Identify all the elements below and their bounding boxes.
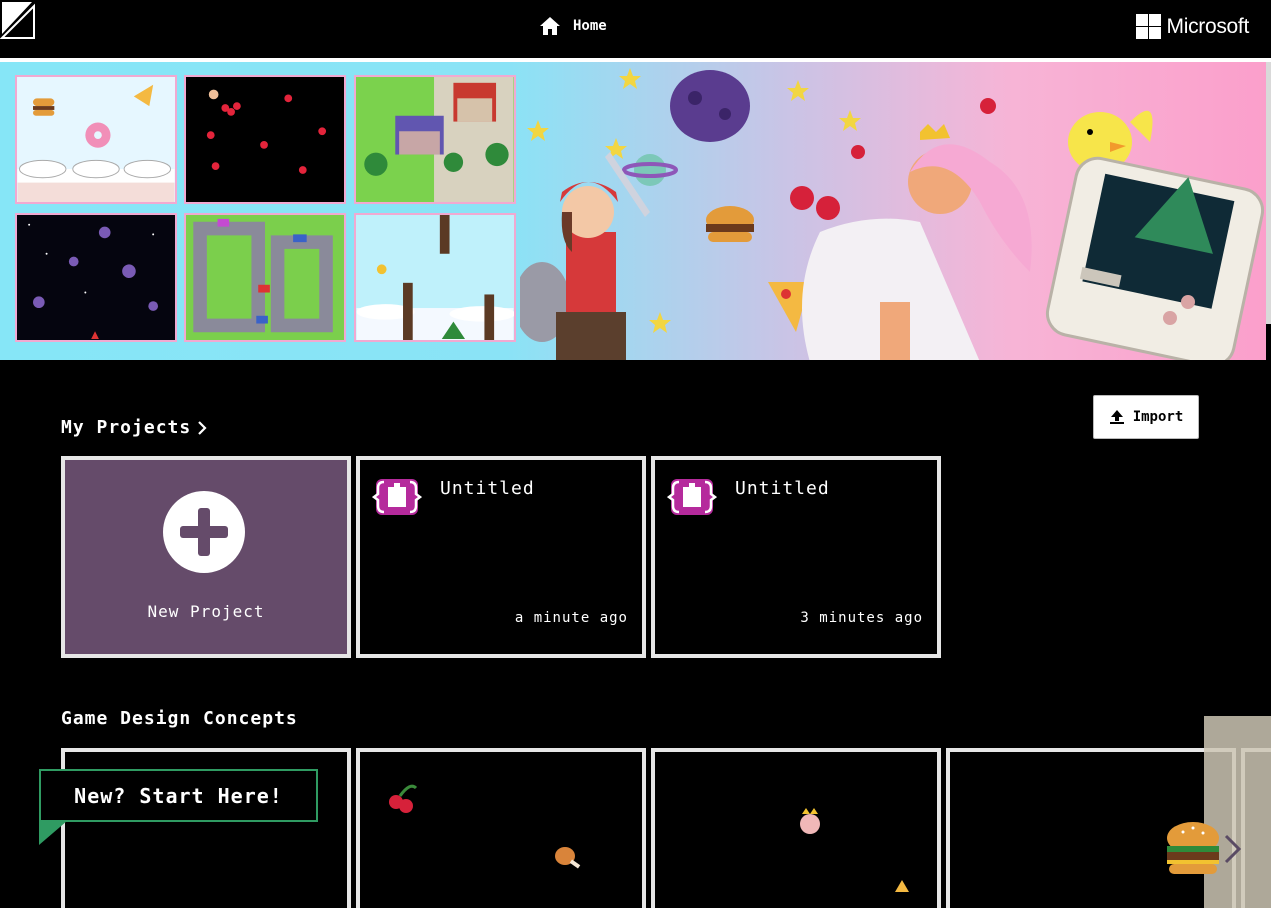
puzzle-project-icon	[372, 479, 422, 515]
project-timestamp: 3 minutes ago	[800, 610, 923, 626]
banner-game-thumb-flappy	[354, 213, 516, 342]
corner-logo-icon[interactable]	[0, 0, 36, 40]
concept-card-art	[800, 808, 909, 892]
carousel-next-button[interactable]	[1222, 832, 1244, 872]
banner-game-thumb-town	[354, 75, 516, 204]
microsoft-logo[interactable]: Microsoft	[1135, 14, 1250, 39]
project-timestamp: a minute ago	[514, 610, 628, 626]
top-bar: Home Microsoft	[0, 0, 1271, 58]
callout-text: New? Start Here!	[74, 783, 283, 808]
project-card[interactable]: Untitled a minute ago	[356, 456, 646, 658]
chevron-right-icon	[198, 420, 207, 435]
concept-card-art	[389, 784, 581, 869]
chevron-right-icon	[1224, 834, 1242, 864]
project-title: Untitled	[735, 478, 830, 499]
project-card[interactable]: Untitled 3 minutes ago	[651, 456, 941, 658]
hero-banner	[0, 62, 1266, 360]
banner-character-artwork	[520, 68, 1265, 360]
page-scrollbar[interactable]	[1266, 62, 1271, 324]
my-projects-heading[interactable]: My Projects	[61, 417, 207, 438]
import-button[interactable]: Import	[1093, 395, 1199, 439]
import-label: Import	[1132, 409, 1184, 425]
concept-card[interactable]	[651, 748, 941, 908]
game-design-concepts-title: Game Design Concepts	[61, 708, 298, 729]
new-project-card[interactable]: New Project	[61, 456, 351, 658]
project-title: Untitled	[440, 478, 535, 499]
carousel-fade-overlay	[1204, 716, 1271, 908]
callout-tail	[39, 821, 67, 845]
banner-game-thumb-cherries	[184, 75, 346, 204]
home-label: Home	[573, 18, 607, 34]
new-project-label: New Project	[147, 602, 265, 621]
new-start-here-callout[interactable]: New? Start Here!	[39, 769, 318, 822]
burger-icon	[1167, 822, 1219, 874]
banner-game-thumb-food	[15, 75, 177, 204]
home-link[interactable]: Home	[539, 16, 607, 36]
plus-icon	[163, 491, 245, 573]
banner-game-thumb-space	[15, 213, 177, 342]
upload-icon	[1109, 410, 1124, 424]
my-projects-title: My Projects	[61, 417, 192, 438]
microsoft-logo-icon	[1135, 14, 1161, 39]
banner-game-thumb-race	[184, 213, 346, 342]
puzzle-project-icon	[667, 479, 717, 515]
home-icon	[540, 17, 560, 35]
microsoft-brand-text: Microsoft	[1166, 14, 1250, 38]
concept-card[interactable]	[356, 748, 646, 908]
